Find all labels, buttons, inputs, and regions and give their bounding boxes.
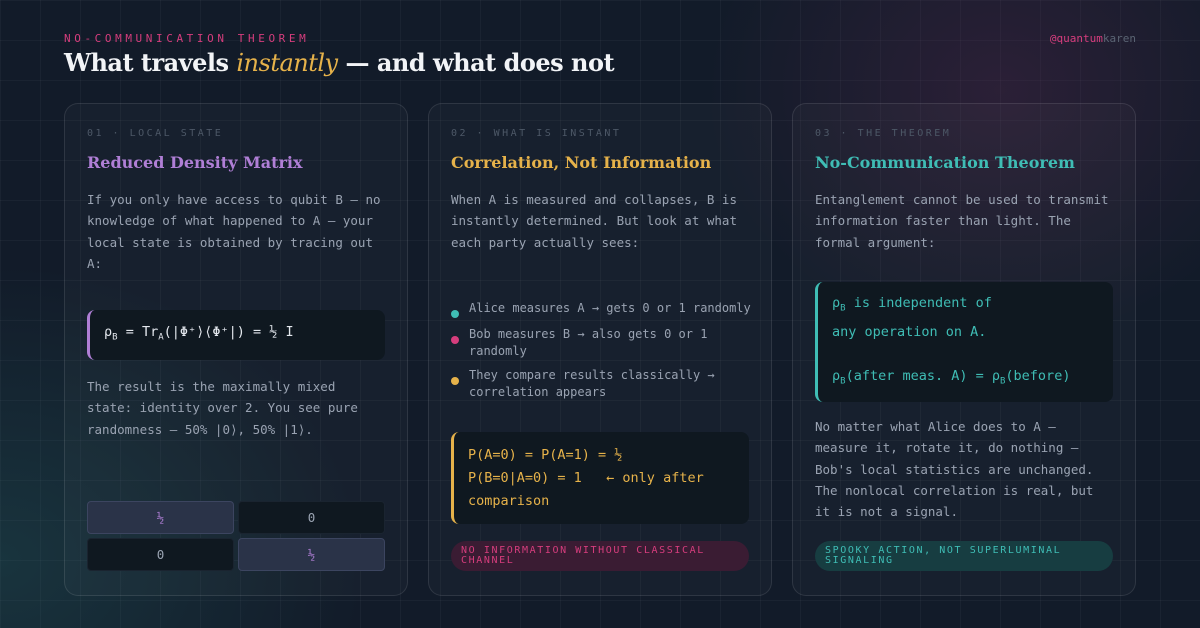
- density-matrix: ½ 0 0 ½: [87, 501, 385, 571]
- eyebrow-label: NO-COMMUNICATION THEOREM: [64, 32, 310, 45]
- list-item: Bob measures B → also gets 0 or 1 random…: [451, 326, 751, 359]
- card-intro: Entanglement cannot be used to transmit …: [815, 192, 1109, 250]
- density-formula: ρB = TrA(|Φ⁺⟩⟨Φ⁺|) = ½ I: [87, 310, 385, 360]
- matrix-cell: ½: [87, 501, 234, 534]
- card-what-is-instant: 02 · WHAT IS INSTANT Correlation, Not In…: [428, 103, 772, 596]
- matrix-cell: 0: [87, 538, 234, 571]
- status-badge: SPOOKY ACTION, NOT SUPERLUMINAL SIGNALIN…: [815, 541, 1113, 571]
- theorem-formula: ρB is independent of any operation on A.…: [815, 282, 1113, 402]
- card-title: Correlation, Not Information: [451, 153, 712, 172]
- title-post: — and what does not: [337, 48, 615, 77]
- card-body: No matter what Alice does to A — measure…: [815, 419, 1094, 520]
- card-intro: When A is measured and collapses, B is i…: [451, 192, 737, 250]
- card-title: No-Communication Theorem: [815, 153, 1075, 172]
- status-badge: NO INFORMATION WITHOUT CLASSICAL CHANNEL: [451, 541, 749, 571]
- bullet-list: Alice measures A → gets 0 or 1 randomly …: [451, 300, 751, 408]
- list-item: Alice measures A → gets 0 or 1 randomly: [451, 300, 751, 318]
- card-result: The result is the maximally mixed state:…: [87, 379, 358, 437]
- card-intro: If you only have access to qubit B — no …: [87, 192, 381, 271]
- probability-formula: P(A=0) = P(A=1) = ½ P(B=0|A=0) = 1 ← onl…: [451, 432, 749, 524]
- page-title: What travels instantly — and what does n…: [64, 48, 615, 77]
- card-local-state: 01 · LOCAL STATE Reduced Density Matrix …: [64, 103, 408, 596]
- bullet-dot-icon: [451, 377, 459, 385]
- matrix-cell: 0: [238, 501, 385, 534]
- list-item: They compare results classically → corre…: [451, 367, 751, 400]
- formula-line: comparison: [468, 493, 550, 509]
- author-handle: @quantumkaren: [1050, 32, 1136, 45]
- matrix-cell: ½: [238, 538, 385, 571]
- handle-rest: karen: [1102, 32, 1136, 45]
- handle-accent: @quantum: [1049, 32, 1103, 45]
- card-kicker: 02 · WHAT IS INSTANT: [451, 128, 622, 139]
- card-kicker: 01 · LOCAL STATE: [87, 128, 224, 139]
- card-title: Reduced Density Matrix: [87, 153, 303, 172]
- formula-line: P(A=0) = P(A=1) = ½: [468, 447, 623, 463]
- card-the-theorem: 03 · THE THEOREM No-Communication Theore…: [792, 103, 1136, 596]
- bullet-dot-icon: [451, 310, 459, 318]
- bullet-dot-icon: [451, 336, 459, 344]
- title-pre: What travels: [64, 48, 237, 77]
- title-emphasis: instantly: [236, 49, 338, 77]
- formula-line: P(B=0|A=0) = 1 ← only after: [468, 470, 704, 486]
- card-kicker: 03 · THE THEOREM: [815, 128, 952, 139]
